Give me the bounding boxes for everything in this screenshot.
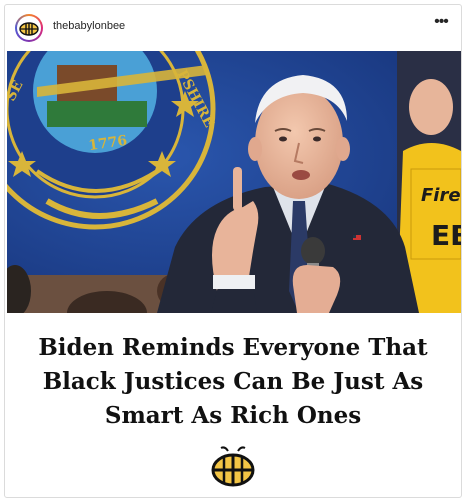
avatar-inner bbox=[17, 16, 41, 40]
headline-line-1: Biden Reminds Everyone That bbox=[38, 334, 428, 361]
headline-line-2: Black Justices Can Be Just As bbox=[42, 368, 424, 395]
username-link[interactable]: thebabylonbee bbox=[53, 20, 125, 32]
campaign-photo-image: 1776 PSHIRE SE Fire EB bbox=[7, 51, 461, 313]
more-options-icon[interactable]: ••• bbox=[431, 14, 451, 35]
sign-text-fire: Fire bbox=[421, 185, 461, 206]
sign-text-eb: EB bbox=[431, 219, 461, 252]
bee-logo-icon bbox=[19, 22, 39, 36]
profile-avatar[interactable] bbox=[15, 14, 43, 42]
headline-line-3: Smart As Rich Ones bbox=[104, 402, 362, 429]
instagram-post: thebabylonbee ••• 1776 PSHIRE SE Fire E … bbox=[4, 4, 462, 498]
post-header: thebabylonbee ••• bbox=[5, 5, 461, 51]
headline: Biden Reminds Everyone That Black Justic… bbox=[5, 331, 461, 433]
post-photo[interactable]: 1776 PSHIRE SE Fire EB bbox=[7, 51, 461, 313]
babylon-bee-logo-icon bbox=[211, 445, 255, 494]
